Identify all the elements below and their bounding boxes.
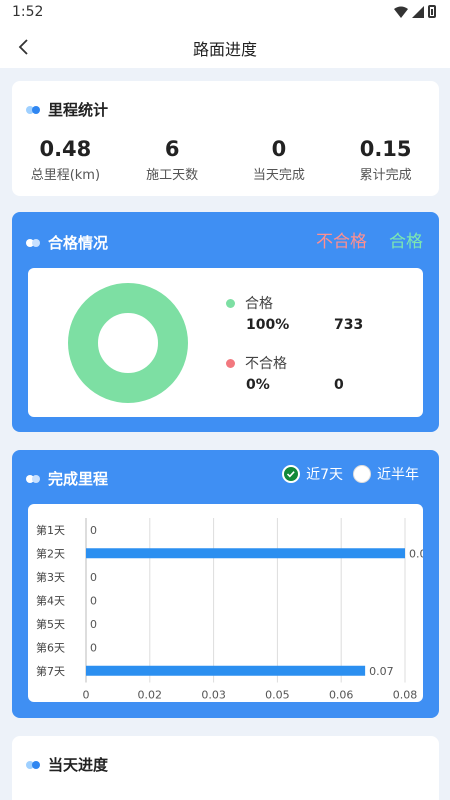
data-label: 0 xyxy=(90,641,97,654)
legend-label: 不合格 xyxy=(245,356,287,372)
stat-value: 0.48 xyxy=(39,137,92,161)
legend-count-qualified: 733 xyxy=(334,317,364,333)
data-label: 0 xyxy=(90,618,97,631)
stat-value: 0.15 xyxy=(359,137,412,161)
category-label: 第4天 xyxy=(36,593,65,607)
x-tick-label: 0 xyxy=(83,689,90,702)
status-bar: 1:52 xyxy=(0,0,450,26)
donut-chart xyxy=(68,283,188,403)
legend-percent-unqualified: 0% xyxy=(246,377,270,393)
mileage-stats-card: 里程统计 0.48 总里程(km) 6 施工天数 0 当天完成 0.15 累计完… xyxy=(12,81,439,196)
today-progress-card: 当天进度 xyxy=(12,736,439,800)
stat-today-completed: 0 当天完成 xyxy=(226,137,333,183)
x-tick-label: 0.03 xyxy=(201,689,226,702)
stat-value: 6 xyxy=(164,137,180,161)
section-dots-icon xyxy=(26,760,40,769)
data-label: 0.07 xyxy=(369,665,394,678)
qualification-header: 合格情况 xyxy=(26,232,108,253)
chart-panel: 0 0.02 0.03 0.05 0.06 0.08 第1天 0 第2天 0.08 第3天 0 第4天 0… xyxy=(28,504,434,702)
range-selector: 近7天 近半年 xyxy=(282,464,423,484)
status-time: 1:52 xyxy=(12,4,44,20)
page-title: 路面进度 xyxy=(192,40,257,59)
section-dots-icon xyxy=(26,238,40,247)
x-tick-label: 0.08 xyxy=(393,689,418,702)
x-tick-label: 0.06 xyxy=(329,689,354,702)
toggle-unqualified[interactable]: 不合格 xyxy=(316,227,367,252)
category-label: 第1天 xyxy=(36,523,65,537)
legend-percent-qualified: 100% xyxy=(246,317,290,333)
range-radio-halfyear[interactable] xyxy=(353,465,371,483)
qualification-title: 合格情况 xyxy=(48,234,109,252)
check-icon xyxy=(287,471,295,478)
data-label: 0 xyxy=(90,571,97,584)
stat-label: 施工天数 xyxy=(146,168,199,183)
legend-unqualified: 不合格 xyxy=(226,353,287,373)
data-label: 0 xyxy=(90,524,97,537)
stat-label: 累计完成 xyxy=(359,168,412,183)
completed-mileage-card: 完成里程 近7天 近半年 0 0.02 0.03 0.05 0.06 0.08 第1天 0 第2… xyxy=(12,450,439,718)
stat-total-mileage: 0.48 总里程(km) xyxy=(12,137,119,183)
stat-cumulative-completed: 0.15 累计完成 xyxy=(332,137,439,183)
range-label-7days[interactable]: 近7天 xyxy=(306,464,343,484)
qualification-panel: 合格 100% 733 不合格 0% 0 xyxy=(28,268,423,417)
bar-chart: 0 0.02 0.03 0.05 0.06 0.08 第1天 0 第2天 0.08 第3天 0 第4天 0… xyxy=(36,518,434,702)
wifi-icon xyxy=(394,6,408,18)
data-label: 0.08 xyxy=(409,547,423,560)
legend-dot-unqualified xyxy=(226,358,235,368)
stat-label: 总里程(km) xyxy=(30,168,101,183)
stat-value: 0 xyxy=(271,137,287,161)
category-label: 第2天 xyxy=(36,546,65,560)
legend-count-unqualified: 0 xyxy=(334,377,344,393)
bar xyxy=(86,548,405,559)
stat-construction-days: 6 施工天数 xyxy=(119,137,226,183)
mileage-stats-header: 里程统计 xyxy=(26,99,108,120)
x-tick-label: 0.02 xyxy=(138,689,163,702)
category-label: 第6天 xyxy=(36,640,65,654)
category-label: 第7天 xyxy=(36,664,65,678)
completed-mileage-title: 完成里程 xyxy=(48,470,109,488)
qualification-card: 合格情况 不合格 合格 合格 100% 733 不合格 0% 0 xyxy=(12,212,439,432)
battery-icon xyxy=(428,5,436,18)
mileage-stats-title: 里程统计 xyxy=(48,101,109,119)
signal-icon xyxy=(412,5,424,18)
range-label-halfyear[interactable]: 近半年 xyxy=(377,464,419,484)
today-progress-title: 当天进度 xyxy=(48,756,109,774)
category-label: 第3天 xyxy=(36,570,65,584)
section-dots-icon xyxy=(26,105,40,114)
donut-slice-qualified xyxy=(68,283,188,403)
bar xyxy=(86,665,366,676)
status-icons xyxy=(394,5,436,18)
stats-row: 0.48 总里程(km) 6 施工天数 0 当天完成 0.15 累计完成 xyxy=(12,137,439,183)
section-dots-icon xyxy=(26,474,40,483)
legend-label: 合格 xyxy=(245,296,273,312)
category-label: 第5天 xyxy=(36,617,65,631)
today-progress-header: 当天进度 xyxy=(26,754,108,775)
completed-mileage-header: 完成里程 xyxy=(26,468,108,489)
nav-bar: 路面进度 xyxy=(0,26,450,68)
legend-qualified: 合格 xyxy=(226,293,273,313)
data-label: 0 xyxy=(90,594,97,607)
toggle-qualified[interactable]: 合格 xyxy=(389,227,423,252)
range-radio-7days[interactable] xyxy=(282,465,301,483)
stat-label: 当天完成 xyxy=(252,168,305,183)
x-tick-label: 0.05 xyxy=(265,689,290,702)
legend-dot-qualified xyxy=(226,298,235,308)
